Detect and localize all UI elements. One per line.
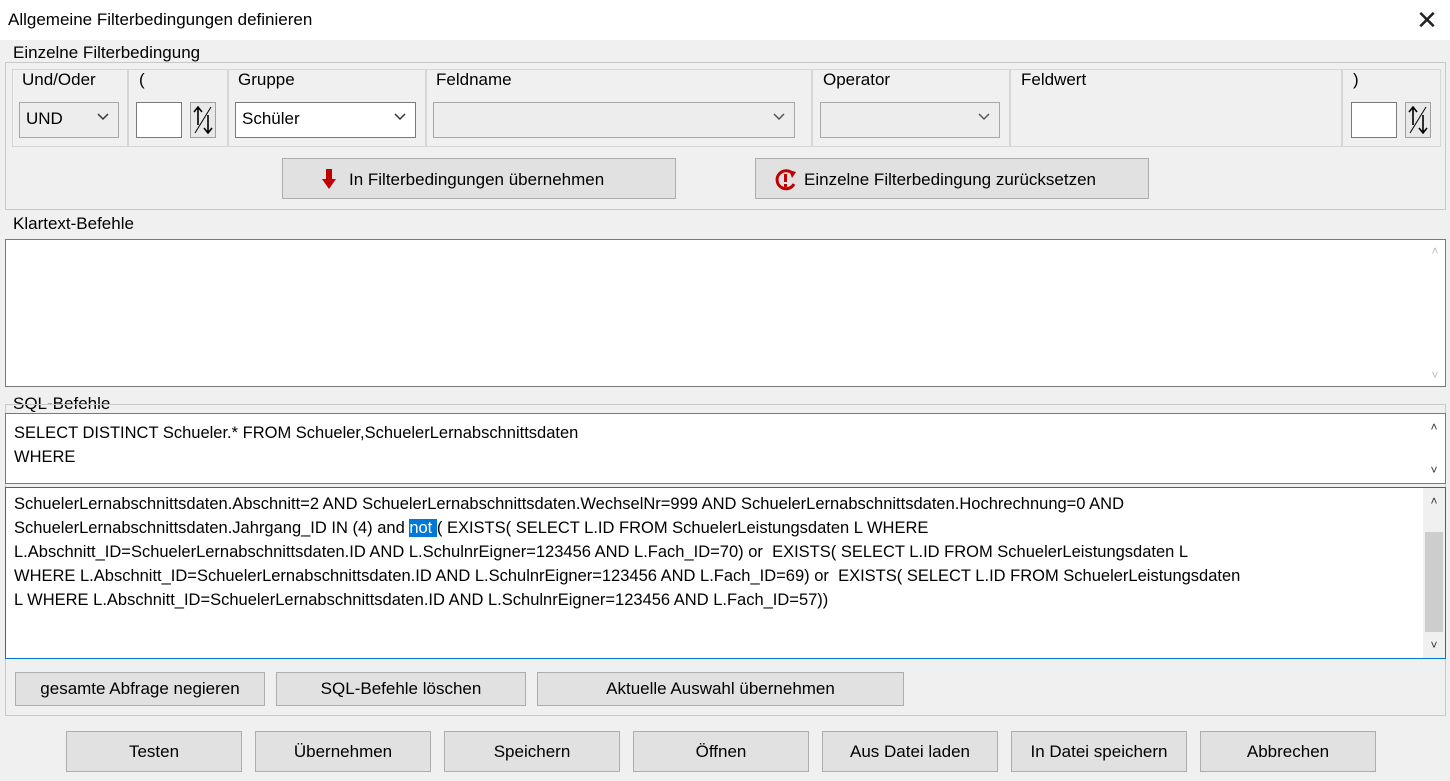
operator-select[interactable] bbox=[820, 102, 1000, 138]
gruppe-label: Gruppe bbox=[238, 70, 295, 89]
chevron-down-icon bbox=[978, 113, 990, 121]
sql-body-memo[interactable]: SchuelerLernabschnittsdaten.Abschnitt=2 … bbox=[5, 487, 1446, 659]
und-oder-label: Und/Oder bbox=[22, 70, 96, 89]
load-from-file-button[interactable]: Aus Datei laden bbox=[822, 731, 998, 772]
sql-body-line-4: WHERE L.Abschnitt_ID=SchuelerLernabschni… bbox=[14, 567, 1241, 585]
und-oder-value: UND bbox=[26, 109, 63, 128]
reset-condition-button[interactable]: Einzelne Filterbedingung zurücksetzen bbox=[755, 158, 1149, 199]
scroll-thumb[interactable] bbox=[1425, 532, 1443, 632]
apply-condition-button[interactable]: In Filterbedingungen übernehmen bbox=[282, 158, 676, 199]
klartext-memo[interactable]: ˄ ˅ bbox=[5, 239, 1446, 387]
clear-sql-button[interactable]: SQL-Befehle löschen bbox=[276, 672, 526, 706]
sql-body-line-1: SchuelerLernabschnittsdaten.Abschnitt=2 … bbox=[14, 495, 1124, 513]
sql-head-line-1: SELECT DISTINCT Schueler.* FROM Schueler… bbox=[14, 424, 579, 442]
scroll-up-icon[interactable]: ˄ bbox=[1425, 244, 1445, 258]
scroll-down-icon[interactable]: ˅ bbox=[1423, 463, 1445, 477]
gruppe-select[interactable]: Schüler bbox=[235, 102, 416, 138]
und-oder-select[interactable]: UND bbox=[19, 102, 119, 138]
cancel-button[interactable]: Abbrechen bbox=[1200, 731, 1376, 772]
reset-condition-label: Einzelne Filterbedingung zurücksetzen bbox=[804, 170, 1097, 189]
scroll-down-icon[interactable]: ˅ bbox=[1425, 368, 1445, 382]
sql-head-scrollbar[interactable]: ˄ ˅ bbox=[1423, 414, 1445, 483]
close-paren-spin-button[interactable] bbox=[1405, 102, 1431, 138]
apply-condition-label: In Filterbedingungen übernehmen bbox=[349, 170, 605, 189]
window-title: Allgemeine Filterbedingungen definieren bbox=[8, 10, 313, 29]
open-button[interactable]: Öffnen bbox=[633, 731, 809, 772]
feldname-select[interactable] bbox=[433, 102, 795, 138]
feldname-label: Feldname bbox=[436, 70, 512, 89]
sql-body-line-5: L WHERE L.Abschnitt_ID=SchuelerLernabsch… bbox=[14, 591, 829, 609]
save-to-file-button[interactable]: In Datei speichern bbox=[1011, 731, 1187, 772]
close-paren-label: ) bbox=[1353, 70, 1359, 89]
sql-body-line-2: SchuelerLernabschnittsdaten.Jahrgang_ID … bbox=[14, 516, 928, 540]
sql-head-memo[interactable]: SELECT DISTINCT Schueler.* FROM Schueler… bbox=[5, 413, 1446, 484]
close-icon[interactable]: ✕ bbox=[1410, 3, 1444, 37]
klartext-group-title: Klartext-Befehle bbox=[13, 214, 134, 233]
klartext-scrollbar[interactable]: ˄ ˅ bbox=[1425, 240, 1445, 386]
scroll-up-icon[interactable]: ˄ bbox=[1423, 420, 1445, 434]
selected-text[interactable]: not bbox=[409, 519, 437, 537]
close-paren-input[interactable] bbox=[1351, 102, 1397, 138]
sql-body-line-2-end: ( EXISTS( SELECT L.ID FROM SchuelerLeist… bbox=[436, 519, 929, 537]
chevron-down-icon bbox=[773, 113, 785, 121]
sql-body-line-2-start: SchuelerLernabschnittsdaten.Jahrgang_ID … bbox=[14, 519, 410, 537]
reset-icon bbox=[775, 169, 796, 191]
apply-button[interactable]: Übernehmen bbox=[255, 731, 431, 772]
feldwert-label: Feldwert bbox=[1021, 70, 1087, 89]
open-paren-input[interactable] bbox=[136, 102, 182, 138]
single-condition-group-title: Einzelne Filterbedingung bbox=[13, 43, 201, 62]
arrow-down-icon bbox=[322, 169, 336, 189]
chevron-down-icon bbox=[394, 113, 406, 121]
scroll-up-icon[interactable]: ˄ bbox=[1423, 494, 1445, 508]
scroll-down-icon[interactable]: ˅ bbox=[1423, 638, 1445, 652]
save-button[interactable]: Speichern bbox=[444, 731, 620, 772]
sql-head-line-2: WHERE bbox=[14, 448, 76, 466]
operator-label: Operator bbox=[823, 70, 891, 89]
up-down-arrows-icon bbox=[1408, 105, 1428, 135]
sql-body-line-3: L.Abschnitt_ID=SchuelerLernabschnittsdat… bbox=[14, 543, 1189, 561]
open-paren-spin-button[interactable] bbox=[190, 102, 216, 138]
sql-body-scrollbar[interactable]: ˄ ˅ bbox=[1423, 488, 1445, 658]
gruppe-value: Schüler bbox=[242, 109, 300, 128]
test-button[interactable]: Testen bbox=[66, 731, 242, 772]
up-down-arrows-icon bbox=[193, 105, 213, 135]
negate-query-button[interactable]: gesamte Abfrage negieren bbox=[15, 672, 265, 706]
open-paren-label: ( bbox=[139, 70, 145, 89]
take-selection-button[interactable]: Aktuelle Auswahl übernehmen bbox=[537, 672, 904, 706]
chevron-down-icon bbox=[97, 113, 109, 121]
